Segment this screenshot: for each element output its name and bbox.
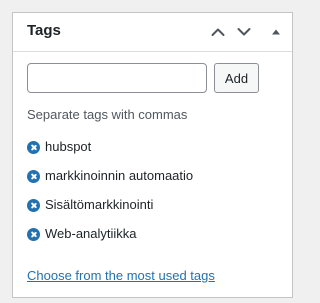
most-used-tags-link[interactable]: Choose from the most used tags xyxy=(27,268,215,283)
tag-label: Sisältömarkkinointi xyxy=(45,197,154,212)
tag-item: Web-analytiikka xyxy=(27,226,193,255)
move-down-button[interactable] xyxy=(233,21,255,43)
remove-tag-icon[interactable] xyxy=(27,141,40,154)
remove-tag-icon[interactable] xyxy=(27,199,40,212)
add-tag-button[interactable]: Add xyxy=(214,63,259,93)
new-tag-input[interactable] xyxy=(27,63,207,93)
tags-panel: Tags Add Separate tags with commas hubsp… xyxy=(12,12,293,298)
tag-item: hubspot xyxy=(27,139,193,168)
tag-list: hubspot markkinoinnin automaatio Sisältö… xyxy=(27,139,193,255)
tag-label: hubspot xyxy=(45,139,92,154)
tag-item: markkinoinnin automaatio xyxy=(27,168,193,197)
toggle-panel-button[interactable] xyxy=(265,21,287,43)
remove-tag-icon[interactable] xyxy=(27,170,40,183)
triangle-up-icon xyxy=(272,29,280,35)
tag-hint: Separate tags with commas xyxy=(27,107,188,122)
move-up-button[interactable] xyxy=(207,21,229,43)
chevron-down-icon xyxy=(237,28,251,36)
tag-label: markkinoinnin automaatio xyxy=(45,168,194,183)
panel-header: Tags xyxy=(13,13,292,52)
remove-tag-icon[interactable] xyxy=(27,228,40,241)
panel-title: Tags xyxy=(27,22,61,39)
tag-label: Web-analytiikka xyxy=(45,226,137,241)
chevron-up-icon xyxy=(211,28,225,36)
tag-item: Sisältömarkkinointi xyxy=(27,197,193,226)
